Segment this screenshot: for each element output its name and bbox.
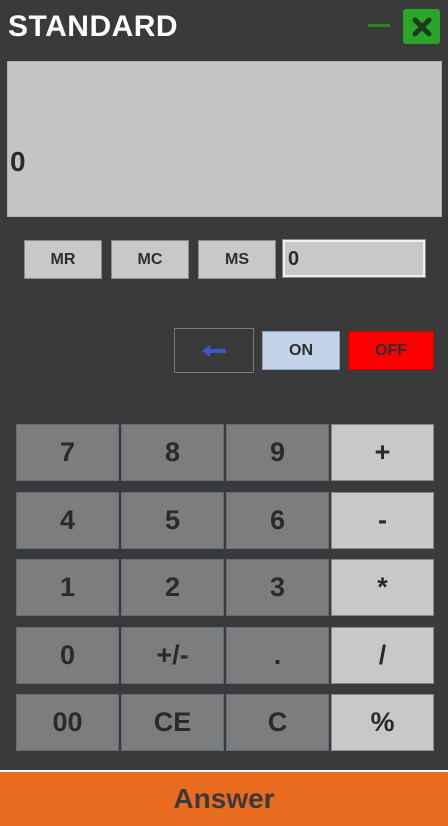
close-button[interactable] [403, 9, 440, 44]
key-divide[interactable]: / [331, 627, 434, 684]
left-arrow-icon [202, 344, 226, 357]
key-sign-toggle[interactable]: +/- [121, 627, 224, 684]
backspace-button[interactable] [174, 328, 254, 373]
key-decimal[interactable]: . [226, 627, 329, 684]
on-button[interactable]: ON [262, 331, 340, 370]
key-0[interactable]: 0 [16, 627, 119, 684]
key-4[interactable]: 4 [16, 492, 119, 549]
key-5[interactable]: 5 [121, 492, 224, 549]
key-multiply[interactable]: * [331, 559, 434, 616]
key-7[interactable]: 7 [16, 424, 119, 481]
key-9[interactable]: 9 [226, 424, 329, 481]
memory-recall-button[interactable]: MR [24, 240, 102, 279]
key-clear-entry[interactable]: CE [121, 694, 224, 751]
key-clear[interactable]: C [226, 694, 329, 751]
key-double-zero[interactable]: 00 [16, 694, 119, 751]
key-8[interactable]: 8 [121, 424, 224, 481]
key-2[interactable]: 2 [121, 559, 224, 616]
display-value: 0 [10, 146, 26, 177]
display-screen: 0 [7, 61, 442, 217]
key-minus[interactable]: - [331, 492, 434, 549]
memory-store-button[interactable]: MS [198, 240, 276, 279]
key-6[interactable]: 6 [226, 492, 329, 549]
close-x-icon [412, 17, 431, 36]
answer-button[interactable]: Answer [0, 770, 448, 826]
key-percent[interactable]: % [331, 694, 434, 751]
key-1[interactable]: 1 [16, 559, 119, 616]
calculator-window: STANDARD 0 MR MC MS 0 ON OFF 7 8 9 + 4 5… [0, 0, 448, 826]
window-title: STANDARD [8, 10, 179, 43]
off-button[interactable]: OFF [348, 331, 434, 370]
minimize-icon[interactable] [368, 24, 390, 27]
key-3[interactable]: 3 [226, 559, 329, 616]
memory-clear-button[interactable]: MC [111, 240, 189, 279]
memory-value-field[interactable]: 0 [282, 239, 426, 278]
key-plus[interactable]: + [331, 424, 434, 481]
